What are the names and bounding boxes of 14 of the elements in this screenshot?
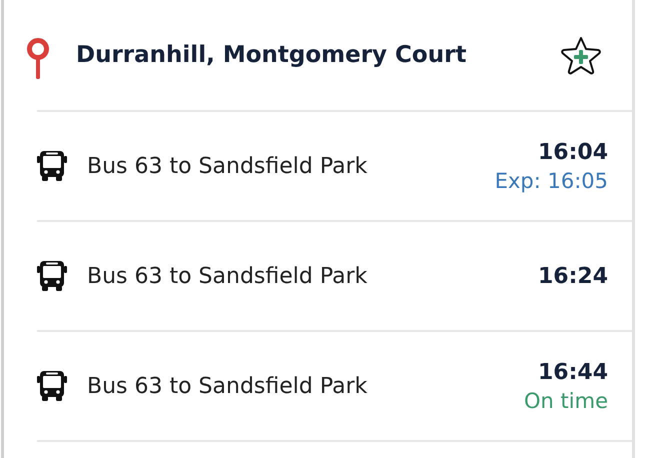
bus-icon (37, 370, 67, 402)
departure-status: Exp: 16:05 (494, 168, 608, 192)
route-label: Bus 63 to Sandsfield Park (87, 374, 368, 398)
departure-status: On time (524, 388, 608, 412)
favourite-add-icon[interactable] (560, 35, 602, 75)
stop-name: Durranhill, Montgomery Court (76, 42, 468, 68)
route-label: Bus 63 to Sandsfield Park (87, 154, 368, 178)
route-label: Bus 63 to Sandsfield Park (87, 264, 368, 288)
map-pin-icon (26, 38, 50, 80)
departure-time: 16:04 (538, 140, 608, 164)
bus-icon (37, 260, 67, 292)
departure-time: 16:24 (538, 264, 608, 288)
bus-icon (37, 150, 67, 182)
departure-time: 16:44 (538, 360, 608, 384)
